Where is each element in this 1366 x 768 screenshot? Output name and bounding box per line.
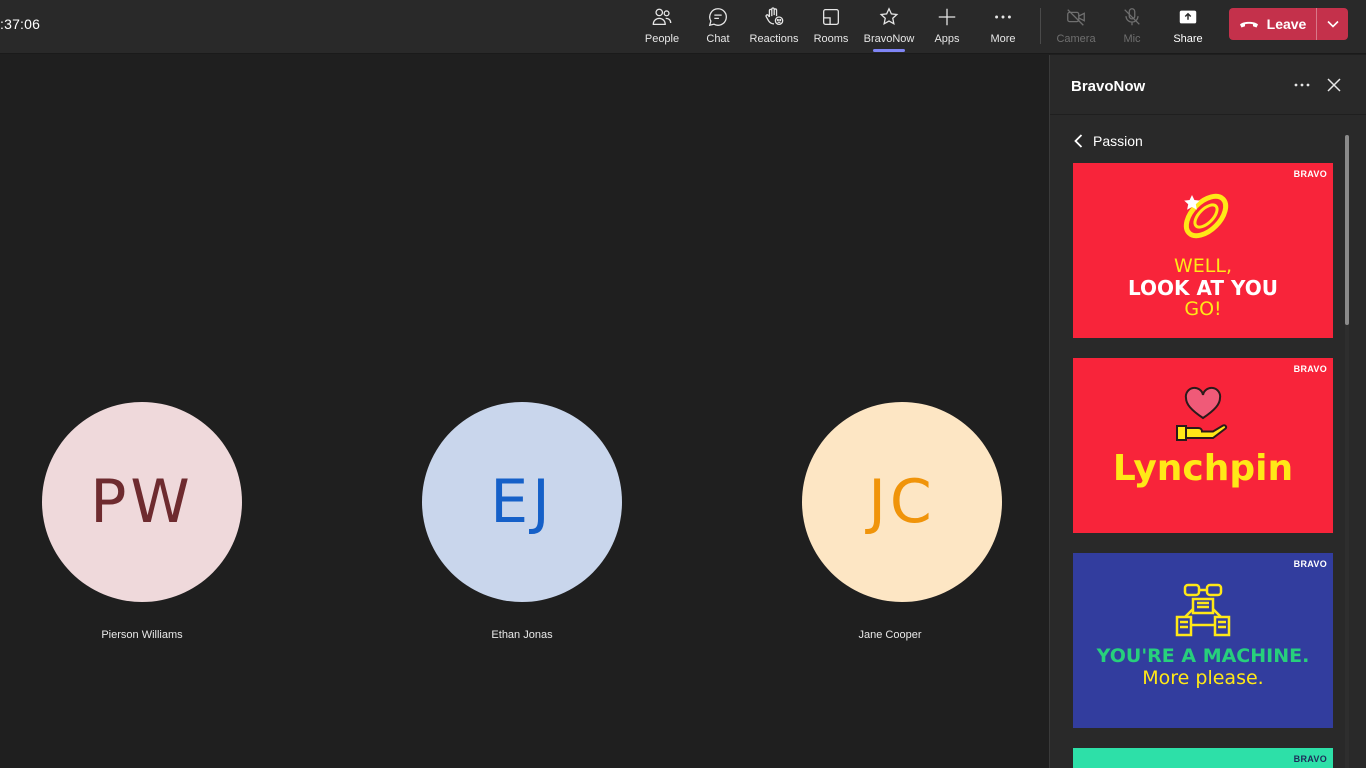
avatar-initials: JC (868, 467, 936, 537)
card-text-line-2: More please. (1142, 667, 1264, 689)
mic-label: Mic (1123, 33, 1141, 45)
leave-button-group: Leave (1229, 8, 1348, 40)
more-icon (995, 15, 1011, 19)
participant-tile[interactable]: JC Jane Cooper (802, 402, 1002, 641)
leave-options-button[interactable] (1317, 8, 1348, 40)
toolbar-divider (1040, 8, 1041, 44)
share-icon (1179, 10, 1197, 24)
card-text-line-1: WELL, (1173, 255, 1232, 277)
bravonow-label: BravoNow (863, 33, 915, 45)
star-icon (879, 7, 899, 26)
meeting-toolbar: :37:06 People Chat Reactions Rooms Bravo… (0, 0, 1366, 54)
bravo-card[interactable]: BRAVO (1073, 748, 1333, 768)
rooms-button[interactable]: Rooms (803, 4, 859, 50)
mic-off-icon (1124, 8, 1140, 26)
heart-hand-icon (1176, 386, 1228, 441)
chat-icon (708, 8, 727, 27)
avatar-initials: EJ (490, 467, 554, 537)
card-text-line-1: YOU'RE A MACHINE. (1096, 645, 1310, 667)
share-label: Share (1173, 33, 1203, 45)
close-icon (1327, 78, 1341, 92)
bravo-card[interactable]: BRAVO WELL, LOOK AT YOU GO! (1073, 163, 1333, 338)
plus-icon (938, 8, 956, 26)
hang-up-icon (1239, 21, 1258, 28)
bravonow-button[interactable]: BravoNow (861, 4, 917, 52)
leave-label: Leave (1266, 16, 1307, 32)
participant-name: Jane Cooper (858, 629, 922, 641)
category-label: Passion (1093, 133, 1143, 149)
back-to-category[interactable]: Passion (1074, 133, 1143, 149)
bravonow-panel: BravoNow Passion BRAVO WELL, LOOK AT YOU… (1049, 55, 1366, 768)
rooms-icon (823, 9, 839, 25)
reactions-button[interactable]: Reactions (746, 4, 802, 50)
reactions-label: Reactions (749, 33, 799, 45)
panel-close-button[interactable] (1324, 75, 1344, 95)
leave-button[interactable]: Leave (1229, 8, 1316, 40)
people-button[interactable]: People (634, 4, 690, 50)
rooms-label: Rooms (813, 33, 849, 45)
panel-title: BravoNow (1071, 78, 1146, 95)
apps-button[interactable]: Apps (919, 4, 975, 50)
avatar: PW (42, 402, 242, 602)
avatar: JC (802, 402, 1002, 602)
more-button[interactable]: More (975, 4, 1031, 50)
chevron-left-icon (1074, 134, 1083, 148)
avatar-initials: PW (90, 467, 194, 537)
camera-label: Camera (1056, 33, 1096, 45)
panel-more-button[interactable] (1292, 75, 1312, 95)
more-icon (1294, 83, 1310, 87)
call-timer: :37:06 (0, 16, 41, 32)
share-button[interactable]: Share (1160, 4, 1216, 50)
participant-name: Ethan Jonas (491, 629, 553, 641)
people-icon (652, 8, 672, 25)
bravo-card[interactable]: BRAVO YOU'RE A MACHINE. More please. (1073, 553, 1333, 728)
bravo-brand: BRAVO (1293, 754, 1327, 764)
card-text-line-1: Lynchpin (1112, 448, 1294, 489)
star-orbit-icon (1183, 193, 1229, 239)
participant-name: Pierson Williams (101, 629, 183, 641)
avatar: EJ (422, 402, 622, 602)
bravo-brand: BRAVO (1293, 559, 1327, 569)
camera-button[interactable]: Camera (1048, 4, 1104, 50)
bravo-brand: BRAVO (1293, 364, 1327, 374)
reactions-icon (765, 7, 784, 25)
chat-label: Chat (706, 33, 730, 45)
active-tab-indicator (873, 49, 905, 52)
scrollbar-thumb[interactable] (1345, 135, 1349, 325)
camera-off-icon (1067, 9, 1085, 26)
bravo-card[interactable]: BRAVO Lynchpin (1073, 358, 1333, 533)
people-label: People (644, 33, 680, 45)
card-text-line-2: LOOK AT YOU (1127, 276, 1279, 300)
chat-button[interactable]: Chat (690, 4, 746, 50)
participant-tile[interactable]: PW Pierson Williams (42, 402, 242, 641)
more-label: More (990, 33, 1016, 45)
participant-tile[interactable]: EJ Ethan Jonas (422, 402, 622, 641)
mic-button[interactable]: Mic (1104, 4, 1160, 50)
chevron-down-icon (1326, 20, 1339, 28)
video-stage: PW Pierson Williams EJ Ethan Jonas JC Ja… (0, 55, 1049, 768)
apps-label: Apps (934, 33, 960, 45)
panel-header: BravoNow (1050, 55, 1366, 115)
card-text-line-3: GO! (1184, 298, 1222, 320)
robot-icon (1175, 583, 1231, 637)
bravo-brand: BRAVO (1293, 169, 1327, 179)
